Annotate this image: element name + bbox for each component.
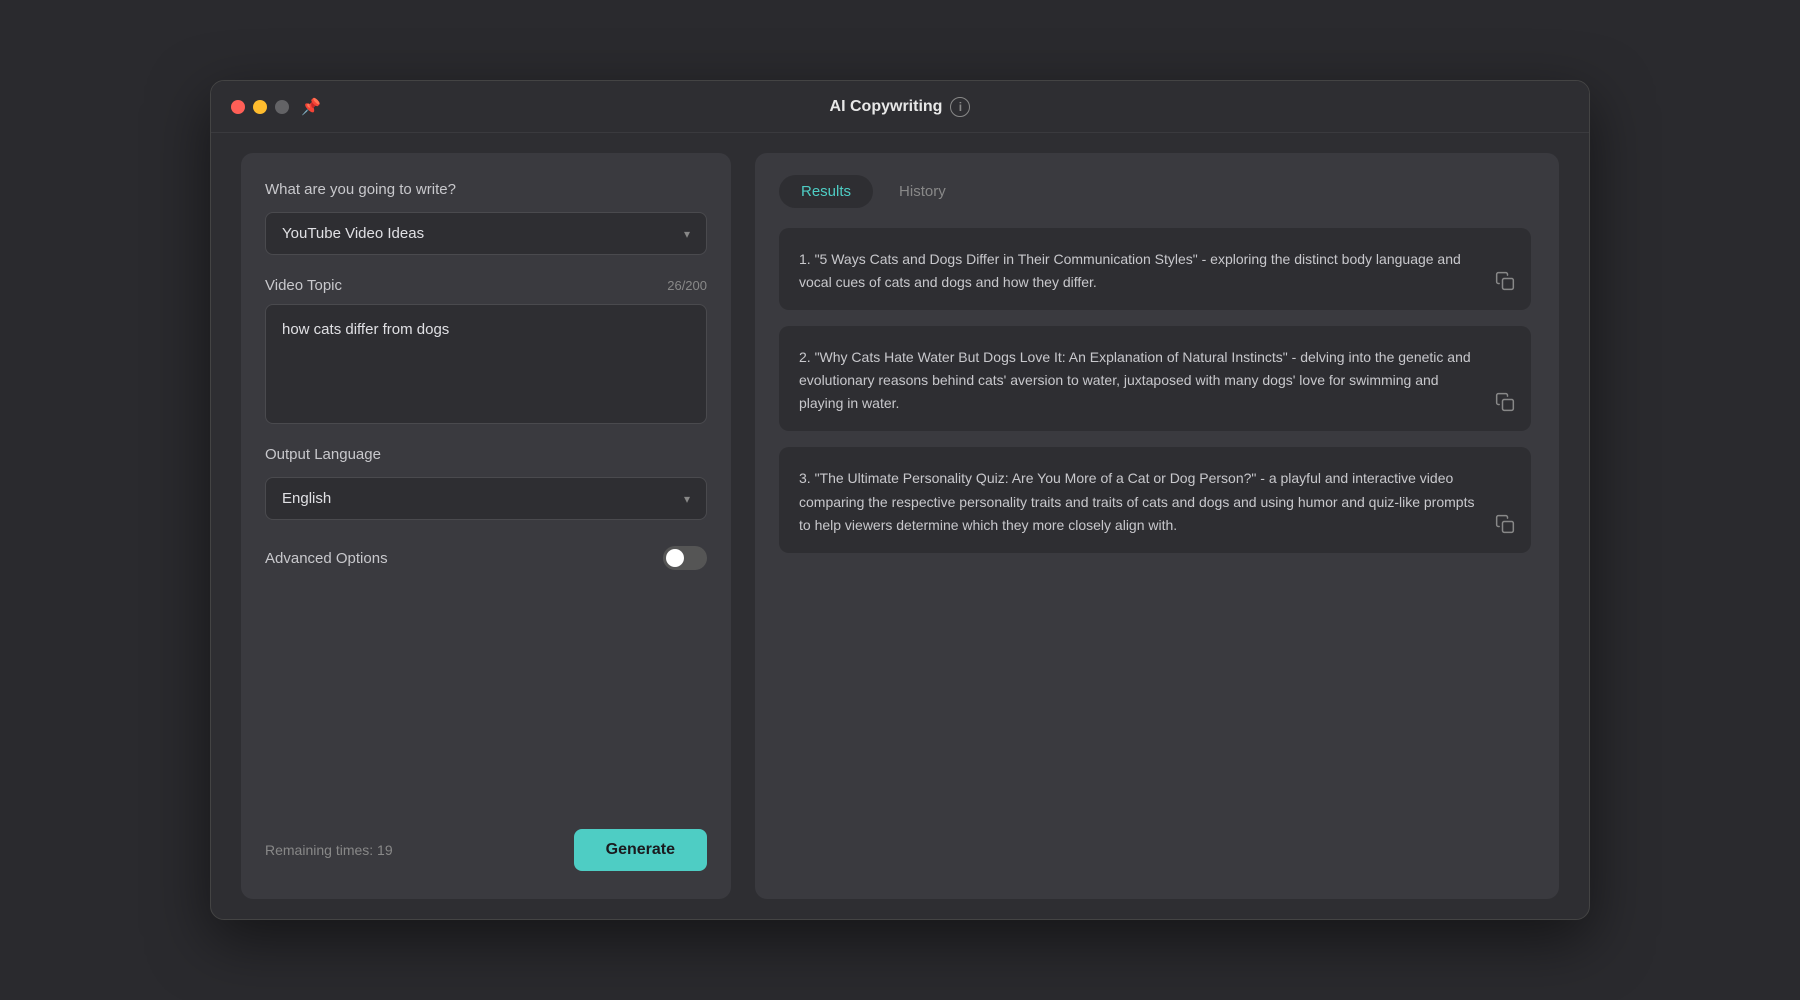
window-controls: 📌 <box>231 97 321 117</box>
result-text-2: 2. "Why Cats Hate Water But Dogs Love It… <box>799 346 1511 415</box>
language-dropdown-value: English <box>282 490 331 507</box>
language-dropdown-arrow: ▾ <box>684 492 690 506</box>
template-dropdown[interactable]: YouTube Video Ideas ▾ <box>265 212 707 255</box>
video-topic-input[interactable] <box>265 304 707 424</box>
minimize-button[interactable] <box>253 100 267 114</box>
result-card-2: 2. "Why Cats Hate Water But Dogs Love It… <box>779 326 1531 431</box>
title-bar: 📌 AI Copywriting i <box>211 81 1589 133</box>
pin-icon[interactable]: 📌 <box>301 97 321 117</box>
app-title: AI Copywriting <box>830 98 943 116</box>
video-topic-label: Video Topic <box>265 277 342 294</box>
results-list: 1. "5 Ways Cats and Dogs Differ in Their… <box>779 228 1535 877</box>
remaining-times: Remaining times: 19 <box>265 842 393 858</box>
fullscreen-button[interactable] <box>275 100 289 114</box>
info-icon[interactable]: i <box>950 97 970 117</box>
result-card-3: 3. "The Ultimate Personality Quiz: Are Y… <box>779 447 1531 552</box>
app-window: 📌 AI Copywriting i What are you going to… <box>210 80 1590 920</box>
video-topic-char-count: 26/200 <box>667 278 707 293</box>
copy-button-1[interactable] <box>1495 271 1515 296</box>
footer-row: Remaining times: 19 Generate <box>265 809 707 871</box>
write-label: What are you going to write? <box>265 181 707 198</box>
generate-button[interactable]: Generate <box>574 829 707 871</box>
template-dropdown-arrow: ▾ <box>684 227 690 241</box>
copy-button-3[interactable] <box>1495 514 1515 539</box>
advanced-options-label: Advanced Options <box>265 550 388 567</box>
template-dropdown-value: YouTube Video Ideas <box>282 225 424 242</box>
output-language-label: Output Language <box>265 446 707 463</box>
result-card-1: 1. "5 Ways Cats and Dogs Differ in Their… <box>779 228 1531 310</box>
copy-button-2[interactable] <box>1495 392 1515 417</box>
video-topic-header: Video Topic 26/200 <box>265 277 707 294</box>
tab-history[interactable]: History <box>877 175 968 208</box>
app-title-container: AI Copywriting i <box>830 97 971 117</box>
toggle-thumb <box>666 549 684 567</box>
tab-results[interactable]: Results <box>779 175 873 208</box>
advanced-options-toggle[interactable] <box>663 546 707 570</box>
close-button[interactable] <box>231 100 245 114</box>
right-panel: Results History 1. "5 Ways Cats and Dogs… <box>755 153 1559 899</box>
left-panel: What are you going to write? YouTube Vid… <box>241 153 731 899</box>
result-text-1: 1. "5 Ways Cats and Dogs Differ in Their… <box>799 248 1511 294</box>
tabs-row: Results History <box>779 175 1535 208</box>
language-dropdown[interactable]: English ▾ <box>265 477 707 520</box>
main-content: What are you going to write? YouTube Vid… <box>211 133 1589 919</box>
advanced-options-row: Advanced Options <box>265 546 707 570</box>
result-text-3: 3. "The Ultimate Personality Quiz: Are Y… <box>799 467 1511 536</box>
